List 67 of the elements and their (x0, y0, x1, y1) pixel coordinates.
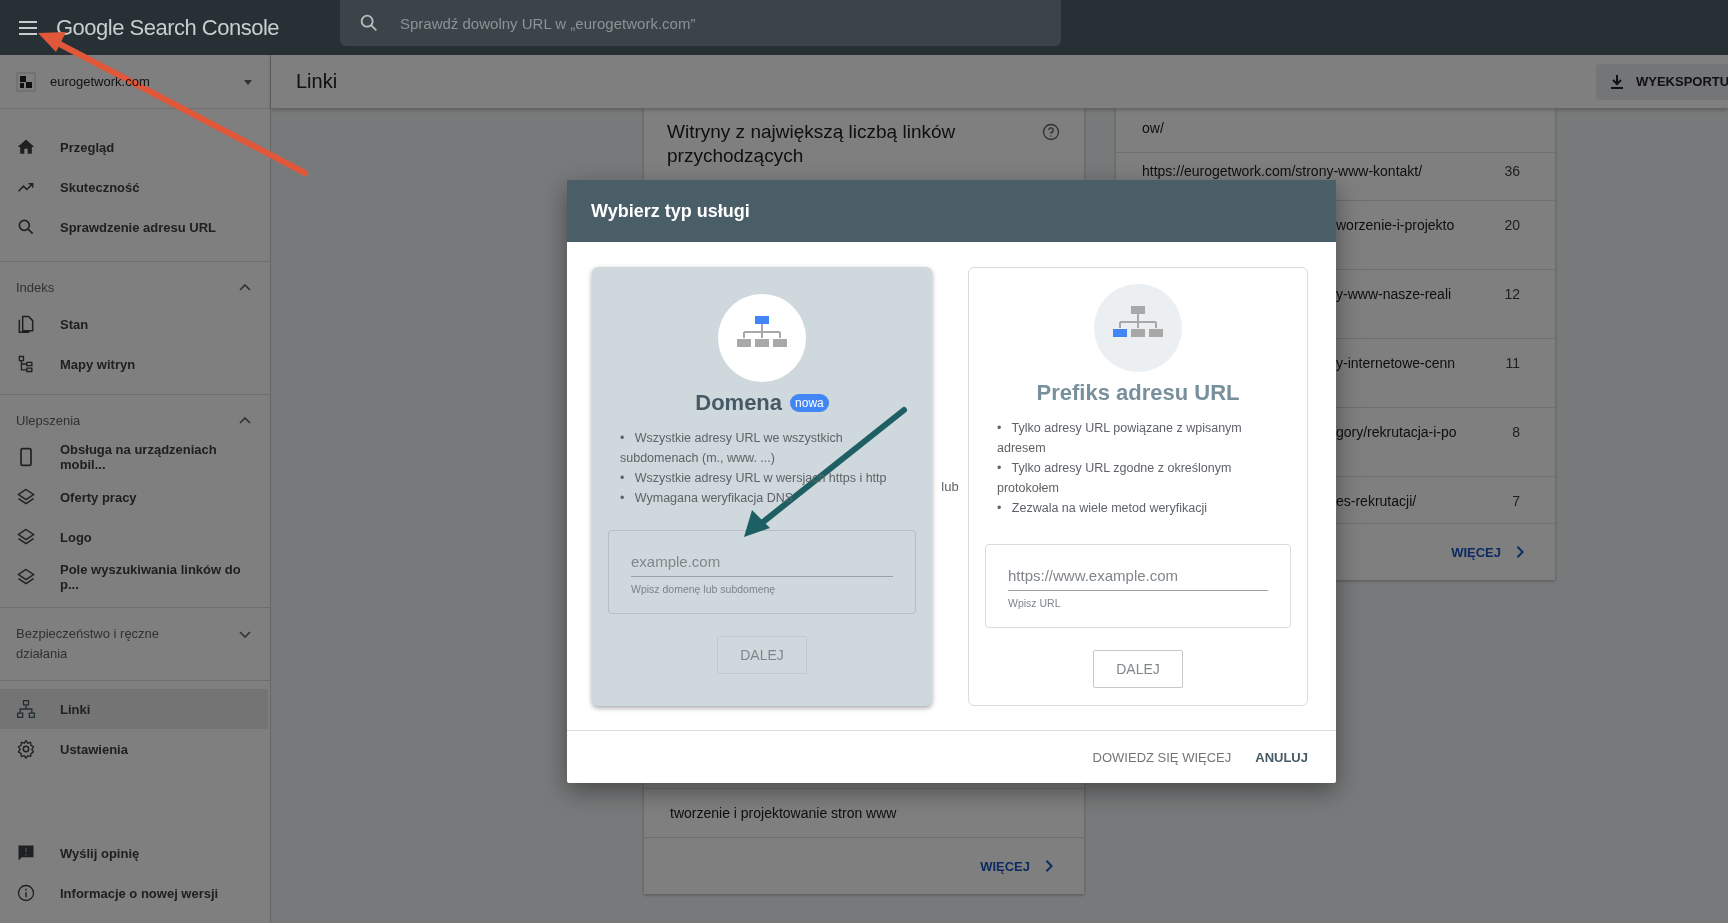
network-icon (16, 699, 36, 719)
sidebar-item[interactable]: Pole wyszukiwania linków do p... (0, 557, 268, 597)
sidebar-item[interactable]: Stan (0, 304, 268, 344)
count-cell-text: 7 (1512, 493, 1520, 511)
sidebar-item[interactable]: Informacje o nowej wersji (0, 873, 268, 913)
app-title: Google Search Console (56, 14, 281, 41)
bullet-text: • Tylko adresy URL powiązane z wpisanym adresem (997, 420, 1243, 457)
page-title: Linki (296, 70, 338, 93)
sidebar-item[interactable]: Sprawdzenie adresu URL (0, 207, 268, 247)
more-link[interactable]: WIĘCEJ (1451, 544, 1525, 560)
sidebar-item[interactable]: Mapy witryn (0, 344, 268, 384)
bullet-text: • Wszystkie adresy URL we wszystkich subdomenach (m., www. ...) (620, 430, 844, 467)
sidebar-item[interactable]: Oferty pracy (0, 477, 268, 517)
count-cell-text: 36 (1504, 163, 1520, 181)
url-cell: es-rekrutacji/ (1336, 493, 1417, 509)
url-cell: y-internetowe-cenn (1336, 355, 1456, 371)
bullet-text: • Tylko adresy URL zgodne z określonym protokołem (997, 460, 1233, 497)
count-cell-text: 8 (1512, 424, 1520, 442)
dialog-title: Wybierz typ usługi (591, 200, 750, 222)
sidebar-item[interactable]: Obsługa na urządzeniach mobil... (0, 437, 268, 477)
search-input[interactable]: Sprawdź dowolny URL w „eurogetwork.com” (398, 13, 1002, 33)
helper-text: Wpisz domenę lub subdomenę (631, 583, 777, 595)
sidebar-item[interactable]: Skuteczność (0, 167, 268, 207)
card-title: Witryny z największą liczbą linków przychodzących (667, 120, 957, 168)
feedback-icon (16, 843, 36, 863)
download-icon (1608, 72, 1626, 91)
more-link[interactable]: WIĘCEJ (980, 858, 1054, 874)
url-cell: https://eurogetwork.com/strony-www-kontakt/ (1142, 163, 1423, 179)
url-cell: gory/rekrutacja-i-po (1336, 424, 1457, 440)
learn-more-button[interactable]: DOWIEDZ SIĘ WIĘCEJ (1084, 741, 1240, 773)
sidebar-item[interactable]: Wyślij opinię (0, 833, 268, 873)
separator-text: lub (941, 479, 959, 494)
option-title: Domena (695, 390, 783, 416)
settings-icon (16, 739, 36, 759)
helper-text: Wpisz URL (1008, 597, 1062, 609)
url-cell: y-www-nasze-reali (1336, 286, 1452, 302)
help-icon[interactable] (1042, 123, 1060, 141)
bullet-text: • Zezwala na wiele metod weryfikacji (997, 500, 1209, 517)
chevron-right-icon (1515, 545, 1525, 559)
count-cell-text: 11 (1505, 355, 1520, 373)
section-header: Ulepszenia (16, 412, 82, 430)
section-header: Indeks (16, 279, 56, 297)
home-icon (16, 137, 36, 157)
url-cell: worzenie-i-projekto (1336, 217, 1455, 233)
url-cell: ow/ (1142, 120, 1164, 136)
sidebar-item[interactable]: Linki (0, 689, 268, 729)
search-icon (358, 12, 380, 34)
table-cell: tworzenie i projektowanie stron www (670, 805, 897, 821)
option-title: Prefiks adresu URL (1036, 380, 1240, 406)
chevron-right-icon (1044, 859, 1054, 873)
layers-icon (16, 527, 36, 547)
pages-icon (16, 314, 36, 334)
export-button[interactable]: WYEKSPORTU (1596, 63, 1728, 100)
count-cell-text: 20 (1504, 217, 1520, 235)
new-badge: nowa (790, 394, 829, 412)
sidebar-item[interactable]: Ustawienia (0, 729, 268, 769)
info-icon (16, 883, 36, 903)
site-logo-icon (16, 71, 36, 92)
layers-icon (16, 567, 36, 587)
count-cell-text: 12 (1504, 286, 1520, 304)
search-icon (16, 217, 36, 237)
sidebar-item[interactable]: Logo (0, 517, 268, 557)
cancel-button[interactable]: ANULUJ (1247, 741, 1316, 773)
sidebar-item[interactable]: Przegląd (0, 127, 268, 167)
layers-icon (16, 487, 36, 507)
search-field[interactable]: Sprawdź dowolny URL w „eurogetwork.com” (340, 0, 1061, 46)
sitemap-icon (16, 354, 36, 374)
